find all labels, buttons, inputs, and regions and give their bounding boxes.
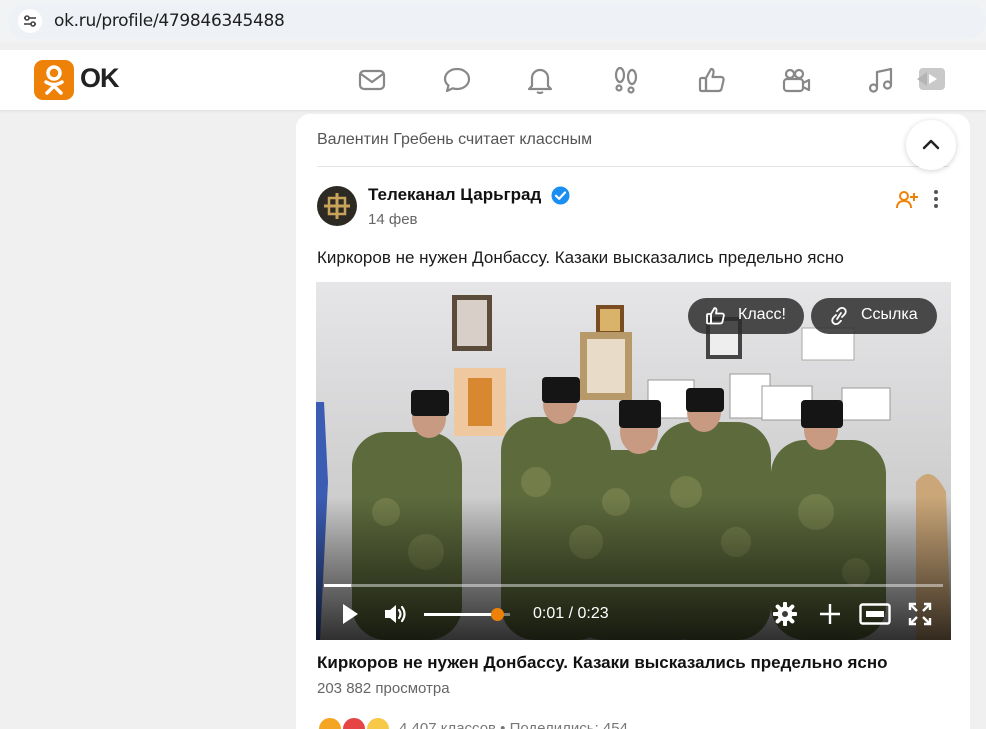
channel-avatar[interactable] (317, 186, 357, 226)
heart-reaction-icon (341, 716, 367, 729)
video-camera-icon[interactable] (780, 64, 812, 96)
mail-icon[interactable] (356, 64, 388, 96)
fullscreen-icon[interactable] (908, 602, 932, 631)
post-stats: 4 407 классов • Поделились: 454 (399, 720, 628, 729)
liked-by-text[interactable]: Валентин Гребень считает классным (317, 131, 592, 149)
video-like-button[interactable]: Класс! (688, 298, 804, 334)
site-header: OK (0, 50, 986, 110)
video-player[interactable]: Класс! Ссылка 0:01 / 0:23 (316, 282, 951, 640)
video-play-icon[interactable] (914, 64, 946, 96)
volume-knob[interactable] (491, 608, 505, 621)
url-text[interactable]: ok.ru/profile/479846345488 (54, 11, 285, 31)
card-divider (317, 166, 949, 167)
chevron-up-icon (922, 139, 940, 150)
like-reaction-icon (317, 716, 343, 729)
more-options-icon[interactable] (926, 188, 946, 210)
feed-post-card: Валентин Гребень считает классным Телека… (296, 114, 970, 729)
volume-slider[interactable] (424, 608, 510, 621)
browser-address-bar: ok.ru/profile/479846345488 (0, 0, 986, 42)
play-icon[interactable] (340, 602, 360, 631)
channel-name[interactable]: Телеканал Царьград (368, 185, 541, 205)
footprints-icon[interactable] (610, 64, 642, 96)
post-text: Киркоров не нужен Донбассу. Казаки выска… (317, 248, 844, 267)
add-friend-icon[interactable] (896, 190, 918, 210)
site-info-icon[interactable] (18, 9, 42, 33)
post-date[interactable]: 14 фев (368, 211, 418, 228)
laugh-reaction-icon (365, 716, 391, 729)
scroll-top-button[interactable] (906, 120, 956, 170)
video-link-button[interactable]: Ссылка (811, 298, 937, 334)
link-icon (831, 306, 847, 326)
thumbs-up-icon[interactable] (696, 64, 728, 96)
video-title[interactable]: Киркоров не нужен Донбассу. Казаки выска… (317, 653, 887, 673)
logo-text[interactable]: OK (80, 63, 119, 94)
music-note-icon[interactable] (865, 64, 897, 96)
thumbs-up-icon (706, 307, 725, 325)
add-icon[interactable] (818, 602, 842, 631)
verified-badge-icon (551, 186, 570, 205)
picture-in-picture-icon[interactable] (859, 603, 891, 630)
video-seek-progress (324, 584, 351, 587)
volume-icon[interactable] (382, 602, 410, 631)
settings-gear-icon[interactable] (772, 601, 798, 631)
video-like-label: Класс! (738, 306, 786, 323)
volume-level (424, 613, 498, 616)
url-field[interactable]: ok.ru/profile/479846345488 (8, 3, 986, 39)
video-link-label: Ссылка (861, 306, 918, 323)
video-seek-bar[interactable] (324, 584, 943, 587)
chat-icon[interactable] (441, 64, 473, 96)
bell-icon[interactable] (524, 64, 556, 96)
video-views: 203 882 просмотра (317, 680, 450, 697)
reactions-summary[interactable] (317, 716, 397, 729)
ok-logo-icon[interactable] (34, 60, 74, 100)
video-timecode: 0:01 / 0:23 (533, 605, 609, 622)
